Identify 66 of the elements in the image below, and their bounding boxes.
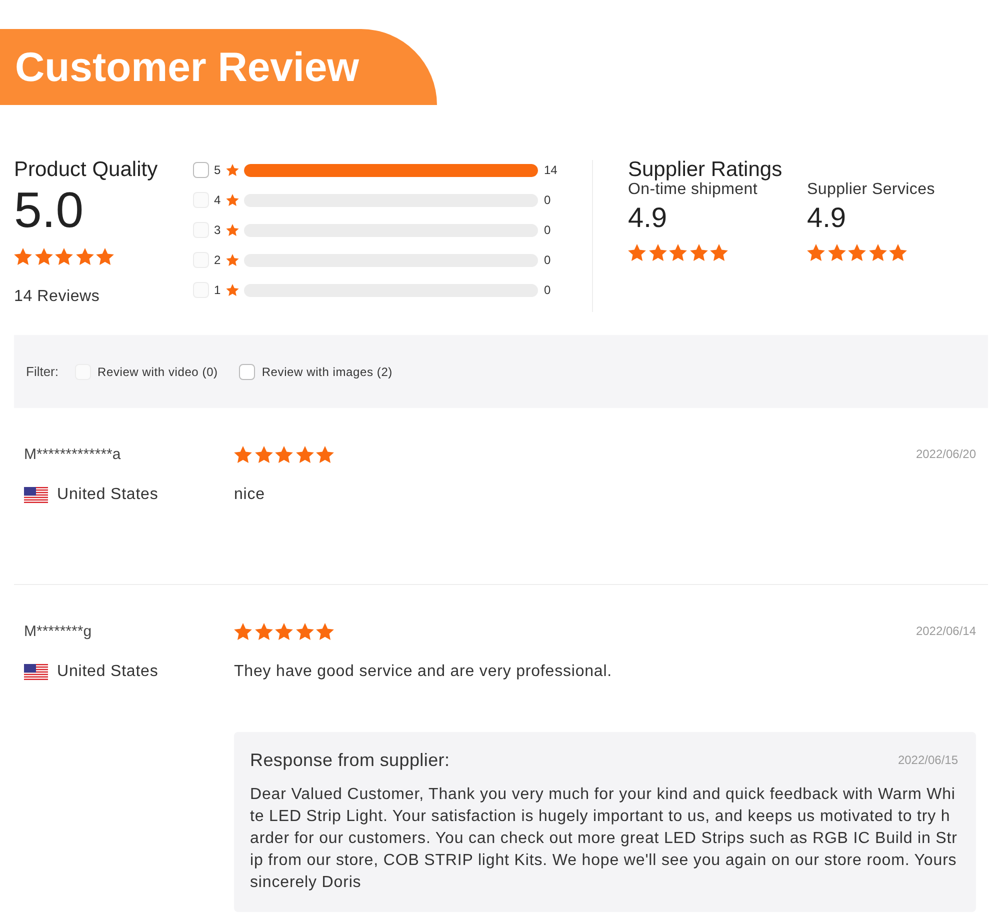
star-level-label: 4 — [214, 193, 222, 207]
star-icon — [34, 248, 52, 265]
star-icon — [226, 164, 239, 176]
reviewer-name: M*************a — [24, 446, 122, 462]
star-icon — [226, 224, 239, 236]
star-icon — [807, 244, 825, 261]
review-date: 2022/06/20 — [916, 447, 976, 461]
checkbox[interactable] — [193, 162, 209, 178]
star-icon — [690, 244, 708, 261]
response-text: Dear Valued Customer, Thank you very much for your kind and quick feedback with Warm White LED Strip Light. Your satisfaction is hugely important to us, and keeps us motivated to try harder for our customers. You can check out more great LED Strips such as RGB IC Build in Strip from our store, COB STRIP light Kits. We hope we'll see you again on our store room. Yours sincerely Doris — [250, 785, 958, 893]
star-level-label: 2 — [214, 253, 222, 267]
star-icon — [226, 194, 239, 206]
country-name: United States — [57, 486, 158, 504]
star-icon — [296, 446, 314, 462]
checkbox[interactable] — [238, 364, 255, 380]
star-icon — [14, 248, 32, 265]
star-icon — [848, 244, 866, 261]
review-text: nice — [234, 486, 266, 504]
rating-label: On-time shipment — [628, 180, 758, 200]
review-text: They have good service and are very professional. — [234, 663, 614, 681]
rating-score: 4.9 — [628, 202, 668, 234]
star-icon — [669, 244, 687, 261]
star-icon — [55, 248, 73, 265]
star-level-label: 3 — [214, 223, 222, 237]
star-icon — [710, 244, 728, 261]
star-icon — [96, 248, 114, 265]
star-icon — [296, 622, 314, 640]
star-icon — [254, 622, 272, 640]
star-icon — [234, 622, 252, 640]
banner-title: Customer Review — [15, 43, 360, 91]
filter-label: Filter: — [26, 364, 58, 379]
star-icon — [234, 446, 252, 462]
response-title: Response from supplier: — [250, 750, 450, 770]
star-icon — [76, 248, 94, 265]
star-icon — [316, 622, 334, 640]
rating-count: 0 — [544, 283, 551, 297]
rating-count: 0 — [544, 193, 551, 207]
flag-icon — [24, 664, 48, 680]
star-icon — [828, 244, 846, 261]
response-date: 2022/06/15 — [898, 753, 958, 767]
rating-score: 5.0 — [14, 184, 85, 236]
star-icon — [254, 446, 272, 462]
rating-label: Supplier Services — [807, 180, 936, 200]
review-date: 2022/06/14 — [916, 624, 976, 638]
star-icon — [628, 244, 646, 261]
section-title: Supplier Ratings — [628, 160, 784, 180]
star-icon — [889, 244, 907, 261]
country-name: United States — [57, 663, 158, 681]
rating-count: 0 — [544, 223, 551, 237]
star-icon — [868, 244, 886, 261]
star-level-label: 1 — [214, 283, 222, 297]
flag-icon — [24, 487, 48, 503]
rating-score: 4.9 — [807, 202, 847, 234]
rating-count: 0 — [544, 253, 551, 267]
reviewer-name: M********g — [24, 622, 93, 640]
star-icon — [226, 284, 239, 296]
star-level-label: 5 — [214, 163, 222, 177]
star-icon — [275, 622, 293, 640]
rating-count: 14 — [544, 163, 558, 177]
star-icon — [226, 254, 239, 266]
checkbox-label[interactable]: Review with images (2) — [262, 364, 392, 378]
star-icon — [316, 446, 334, 462]
star-icon — [275, 446, 293, 462]
section-title: Product Quality — [14, 158, 159, 182]
review-count: 14 Reviews — [14, 287, 101, 307]
star-icon — [648, 244, 666, 261]
